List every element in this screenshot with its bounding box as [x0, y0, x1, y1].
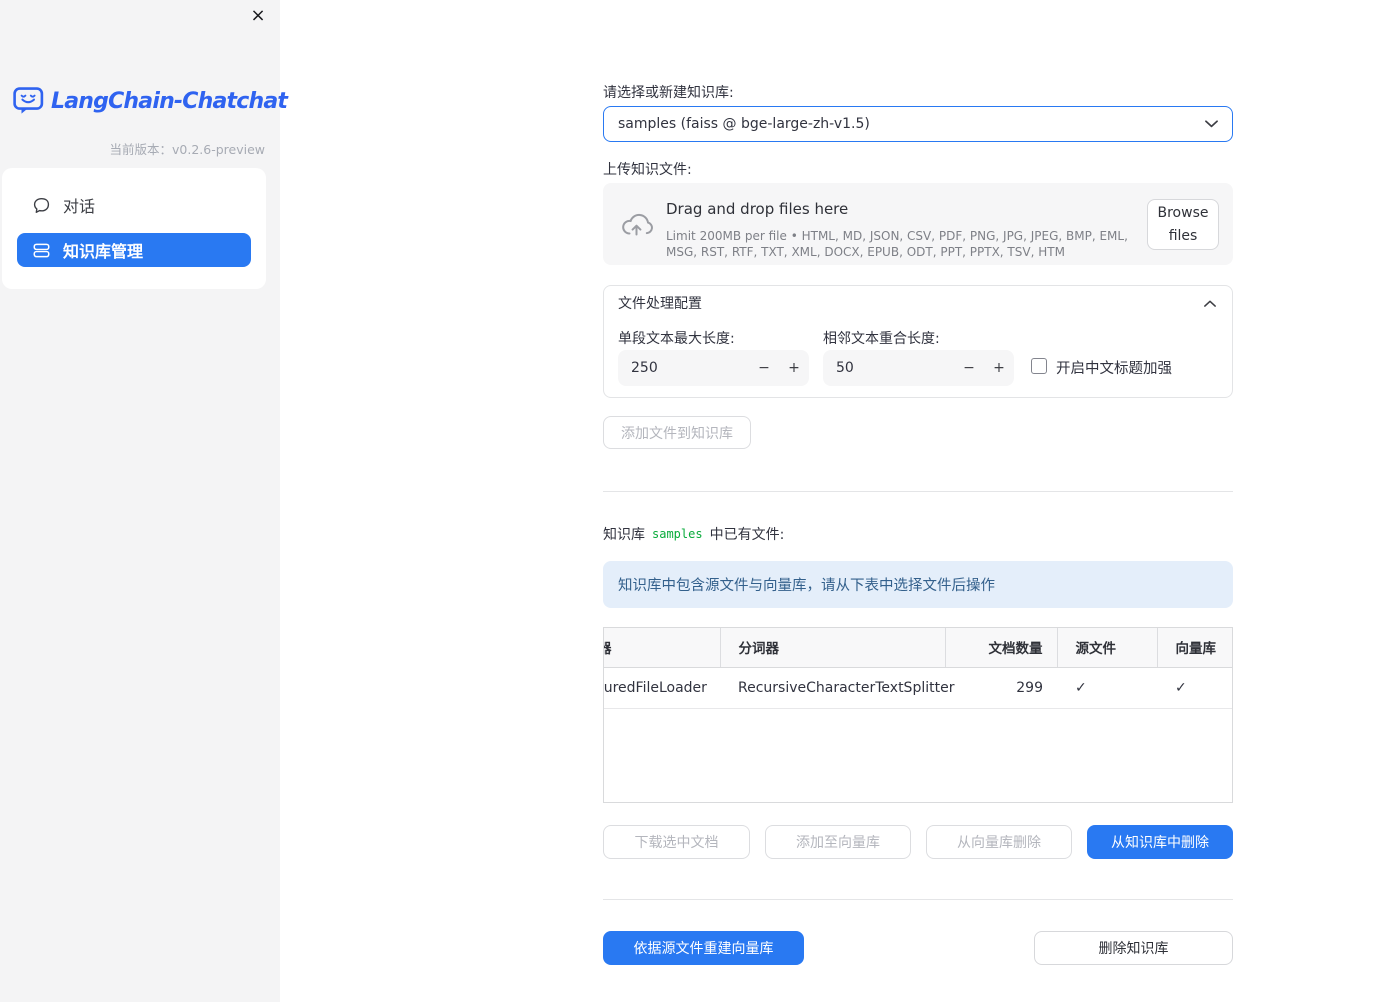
max-length-input[interactable]: 250 − +	[618, 350, 809, 386]
cell-doc-count: 299	[945, 667, 1057, 709]
chevron-down-icon	[1205, 120, 1218, 128]
column-header-vector-store[interactable]: 向量库	[1156, 628, 1232, 668]
cell-loader: UnstructuredFileLoader	[604, 667, 720, 709]
browse-files-button[interactable]: Browse files	[1147, 199, 1219, 250]
version-text: 当前版本：v0.2.6-preview	[109, 142, 265, 157]
cell-source-file-check: ✓	[1057, 667, 1157, 709]
file-config-title: 文件处理配置	[618, 296, 702, 312]
max-length-label: 单段文本最大长度:	[618, 331, 735, 347]
sidebar-item-label: 对话	[63, 197, 96, 216]
upload-label: 上传知识文件:	[603, 162, 692, 178]
main-content: 请选择或新建知识库: samples (faiss @ bge-large-zh…	[603, 0, 1233, 1002]
table-row[interactable]: UnstructuredFileLoader RecursiveCharacte…	[604, 667, 1232, 709]
kb-select-value: samples (faiss @ bge-large-zh-v1.5)	[618, 116, 870, 132]
zh-title-checkbox[interactable]	[1031, 358, 1047, 374]
column-header-doc-count[interactable]: 文档数量	[944, 628, 1057, 668]
upload-cloud-icon	[620, 211, 653, 238]
sidebar-item-dialogue[interactable]: 对话	[17, 188, 251, 222]
kb-files-table: 文档加载器 分词器 文档数量 源文件 向量库 UnstructuredFileL…	[603, 627, 1233, 803]
plus-stepper-button[interactable]: +	[779, 350, 809, 386]
kb-name-code: samples	[652, 527, 703, 541]
plus-stepper-button[interactable]: +	[984, 350, 1014, 386]
file-config-expander: 文件处理配置 单段文本最大长度: 相邻文本重合长度: 250 − + 50 − …	[603, 285, 1233, 398]
divider	[603, 899, 1233, 900]
sidebar: × LangChain-Chatchat 当前版本：v0.2.6-preview…	[0, 0, 288, 1002]
zh-title-checkbox-label: 开启中文标题加强	[1056, 361, 1172, 377]
file-config-expander-header[interactable]: 文件处理配置	[604, 286, 1232, 320]
minus-stepper-button[interactable]: −	[749, 350, 779, 386]
sidebar-item-knowledge-base[interactable]: 知识库管理	[17, 233, 251, 267]
column-header-source-file[interactable]: 源文件	[1056, 628, 1157, 668]
column-header-loader[interactable]: 文档加载器	[604, 628, 720, 668]
dropzone-limit-text: Limit 200MB per file • HTML, MD, JSON, C…	[666, 229, 1128, 260]
chat-smiley-logo-icon	[13, 87, 44, 116]
kb-select[interactable]: samples (faiss @ bge-large-zh-v1.5)	[603, 106, 1233, 142]
app-title: LangChain-Chatchat	[51, 89, 288, 114]
close-icon[interactable]: ×	[247, 5, 269, 27]
overlap-input[interactable]: 50 − +	[823, 350, 1014, 386]
dropzone-title: Drag and drop files here	[666, 200, 849, 218]
delete-from-kb-button[interactable]: 从知识库中删除	[1087, 825, 1233, 859]
sidebar-menu: 对话 知识库管理	[2, 168, 266, 289]
cell-splitter: RecursiveCharacterTextSplitter	[720, 667, 954, 709]
delete-from-vectorstore-button[interactable]: 从向量库删除	[926, 825, 1072, 859]
kb-files-heading: 知识库 samples 中已有文件:	[603, 527, 785, 543]
stacked-bars-icon	[33, 242, 50, 259]
download-selected-button[interactable]: 下载选中文档	[603, 825, 750, 859]
chat-bubble-icon	[33, 197, 50, 214]
max-length-value: 250	[631, 360, 658, 376]
divider	[603, 491, 1233, 492]
overlap-value: 50	[836, 360, 854, 376]
overlap-label: 相邻文本重合长度:	[823, 331, 940, 347]
minus-stepper-button[interactable]: −	[954, 350, 984, 386]
chevron-up-icon	[1204, 300, 1216, 307]
table-header-row: 文档加载器 分词器 文档数量 源文件 向量库	[604, 628, 1232, 668]
rebuild-vectorstore-button[interactable]: 依据源文件重建向量库	[603, 931, 804, 965]
info-alert: 知识库中包含源文件与向量库，请从下表中选择文件后操作	[603, 561, 1233, 608]
delete-kb-button[interactable]: 删除知识库	[1034, 931, 1233, 965]
kb-select-label: 请选择或新建知识库:	[603, 85, 734, 101]
app-logo: LangChain-Chatchat	[13, 87, 288, 116]
add-files-button[interactable]: 添加文件到知识库	[603, 416, 751, 449]
cell-vector-store-check: ✓	[1157, 667, 1232, 709]
file-dropzone[interactable]: Drag and drop files here Limit 200MB per…	[603, 183, 1233, 265]
sidebar-item-label: 知识库管理	[63, 242, 144, 261]
column-header-splitter[interactable]: 分词器	[719, 628, 945, 668]
add-to-vectorstore-button[interactable]: 添加至向量库	[765, 825, 911, 859]
